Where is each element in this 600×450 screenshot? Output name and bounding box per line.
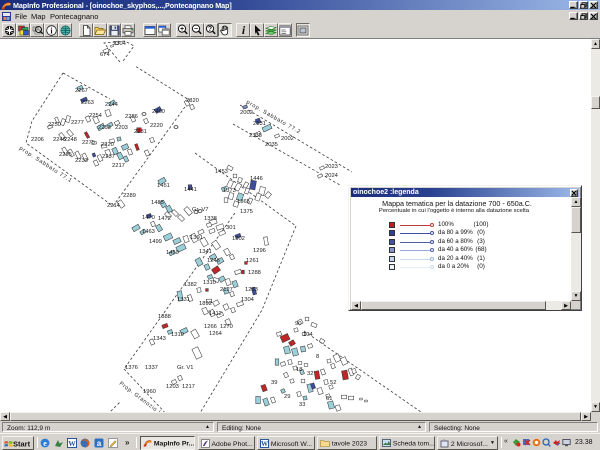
svg-text:2203: 2203: [115, 125, 128, 131]
svg-text:52: 52: [330, 380, 336, 386]
svg-text:2214: 2214: [107, 203, 121, 209]
svg-text:1412: 1412: [209, 311, 222, 317]
svg-text:1341: 1341: [199, 249, 212, 255]
svg-text:1388: 1388: [158, 314, 171, 320]
svg-text:1296: 1296: [253, 248, 266, 254]
svg-text:33: 33: [299, 402, 305, 408]
svg-text:1264: 1264: [209, 331, 223, 337]
svg-text:29: 29: [284, 394, 290, 400]
svg-text:2237: 2237: [102, 154, 115, 160]
svg-text:1470: 1470: [142, 215, 155, 221]
svg-text:2335: 2335: [249, 133, 262, 139]
svg-text:1463: 1463: [142, 229, 155, 235]
svg-text:2277: 2277: [71, 120, 84, 126]
svg-text:2024: 2024: [325, 173, 339, 179]
svg-text:1472: 1472: [158, 216, 171, 222]
svg-text:2002: 2002: [281, 136, 294, 142]
svg-text:1453: 1453: [215, 169, 228, 175]
svg-text:a: a: [97, 439, 102, 448]
svg-text:1892: 1892: [199, 301, 212, 307]
svg-text:2002: 2002: [240, 110, 253, 116]
svg-text:1319: 1319: [171, 332, 184, 338]
svg-text:1960: 1960: [143, 389, 156, 395]
svg-text:1382: 1382: [184, 282, 197, 288]
svg-text:1331: 1331: [177, 297, 190, 303]
svg-text:2206: 2206: [31, 137, 44, 143]
svg-text:1310: 1310: [203, 280, 216, 286]
svg-text:2254: 2254: [89, 113, 103, 119]
svg-text:1450: 1450: [166, 250, 179, 256]
svg-text:2233: 2233: [75, 158, 88, 164]
svg-text:18: 18: [296, 367, 302, 373]
svg-text:1376: 1376: [125, 365, 138, 371]
svg-text:61: 61: [326, 396, 332, 402]
svg-text:90: 90: [295, 321, 301, 327]
svg-text:2253: 2253: [98, 125, 111, 131]
svg-text:2295: 2295: [59, 152, 72, 158]
svg-text:i: i: [241, 24, 245, 36]
svg-text:1337: 1337: [145, 365, 158, 371]
svg-text:2320: 2320: [186, 98, 199, 104]
svg-text:?: ?: [208, 26, 212, 33]
svg-text:1343: 1343: [153, 336, 166, 342]
svg-text:1373: 1373: [223, 188, 236, 194]
svg-text:W: W: [261, 440, 268, 448]
svg-text:1288: 1288: [248, 270, 261, 276]
svg-text:2460: 2460: [152, 109, 165, 115]
svg-text:1451: 1451: [157, 183, 170, 189]
svg-text:2023: 2023: [325, 164, 338, 170]
svg-text:2286: 2286: [125, 114, 138, 120]
svg-text:1263: 1263: [245, 287, 258, 293]
svg-text:1499: 1499: [149, 239, 162, 245]
svg-text:1338: 1338: [204, 216, 217, 222]
svg-text:674: 674: [100, 52, 110, 58]
svg-text:1217: 1217: [182, 384, 195, 390]
svg-text:301: 301: [226, 225, 236, 231]
svg-text:2275: 2275: [82, 140, 95, 146]
svg-text:1365: 1365: [237, 199, 250, 205]
svg-text:2217: 2217: [112, 163, 125, 169]
svg-text:W: W: [68, 439, 76, 448]
svg-text:+: +: [180, 26, 184, 33]
svg-text:32: 32: [307, 371, 313, 377]
svg-text:1270: 1270: [220, 324, 233, 330]
svg-text:1302: 1302: [232, 236, 245, 242]
svg-text:1441: 1441: [184, 187, 197, 193]
svg-text:1203: 1203: [166, 384, 179, 390]
svg-text:39: 39: [271, 380, 277, 386]
svg-text:1246: 1246: [207, 258, 220, 264]
svg-text:2267: 2267: [75, 88, 88, 94]
svg-text:2331: 2331: [253, 121, 266, 127]
svg-text:2127: 2127: [220, 287, 233, 293]
svg-text:2244: 2244: [105, 102, 119, 108]
svg-text:1304: 1304: [241, 297, 255, 303]
svg-text:1375: 1375: [240, 209, 253, 215]
svg-text:−: −: [194, 26, 198, 33]
svg-text:8: 8: [316, 354, 319, 360]
svg-text:2220: 2220: [150, 123, 163, 129]
svg-text:2035: 2035: [265, 142, 278, 148]
svg-text:Gr. V1: Gr. V1: [177, 365, 193, 371]
svg-text:1261: 1261: [246, 258, 259, 264]
svg-text:2289: 2289: [123, 193, 136, 199]
svg-text:2281: 2281: [134, 129, 147, 135]
svg-text:2250: 2250: [48, 122, 61, 128]
svg-text:2263: 2263: [81, 100, 94, 106]
svg-text:1391: 1391: [190, 235, 203, 241]
svg-text:1485: 1485: [151, 200, 164, 206]
svg-text:2220: 2220: [101, 142, 114, 148]
svg-text:1266: 1266: [204, 324, 217, 330]
svg-text:e: e: [43, 439, 47, 448]
svg-text:2304: 2304: [113, 41, 127, 47]
svg-text:1446: 1446: [250, 176, 263, 182]
svg-text:104: 104: [303, 332, 313, 338]
svg-text:2248: 2248: [64, 137, 77, 143]
